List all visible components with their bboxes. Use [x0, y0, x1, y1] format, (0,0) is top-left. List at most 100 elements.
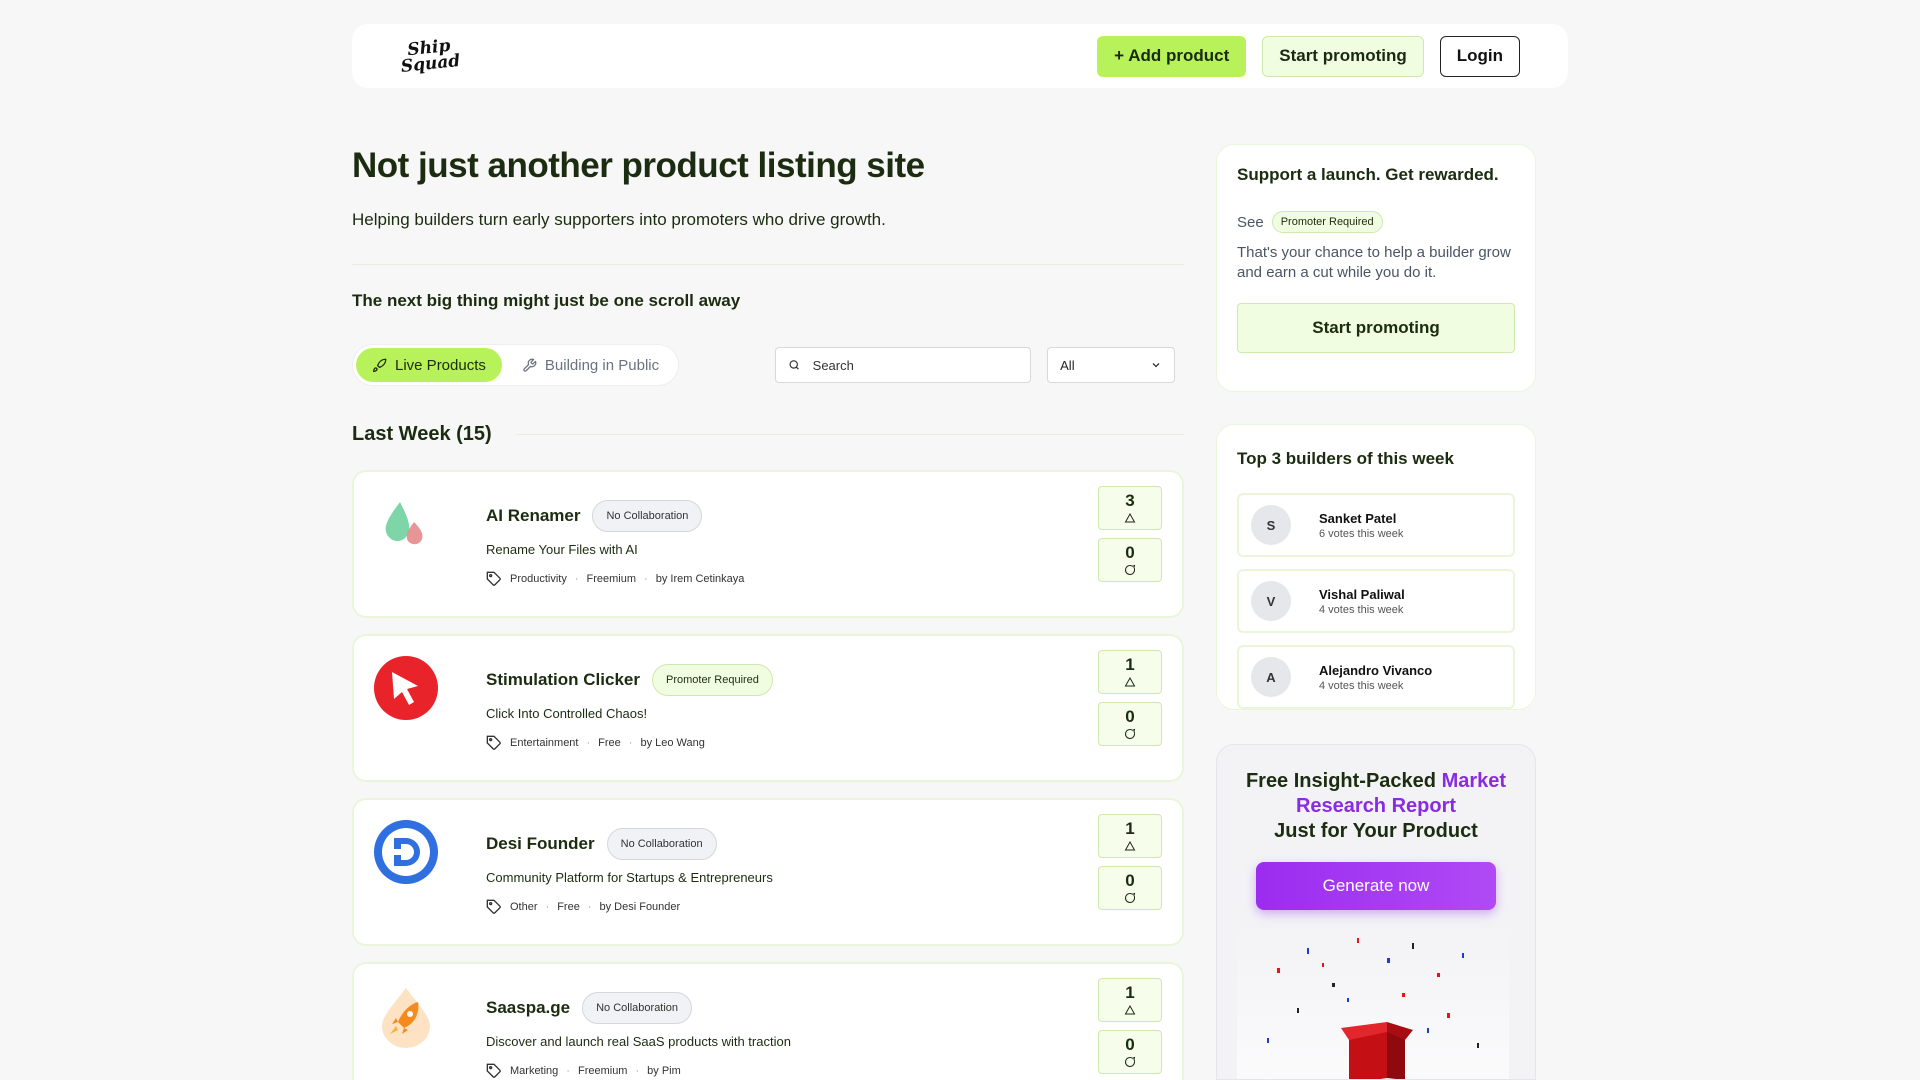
product-name[interactable]: Desi Founder [486, 834, 595, 854]
separator: · [566, 1065, 570, 1077]
product-category[interactable]: Productivity [510, 573, 567, 585]
separator: · [586, 737, 591, 749]
chevron-down-icon [1152, 363, 1160, 368]
comment-button[interactable]: 0 [1098, 702, 1162, 746]
product-list: AI Renamer No Collaboration Rename Your … [352, 470, 1184, 1080]
product-author[interactable]: by Leo Wang [640, 737, 704, 749]
shipsquad-logo[interactable]: Ship Squad [398, 36, 462, 78]
triangle-up-icon [1124, 676, 1136, 687]
product-head: Saaspa.ge No Collaboration [486, 992, 791, 1024]
comment-count: 0 [1125, 543, 1135, 562]
builder-item[interactable]: A Alejandro Vivanco 4 votes this week [1237, 645, 1515, 709]
product-counts: 1 0 [1098, 814, 1162, 910]
support-title: Support a launch. Get rewarded. [1237, 165, 1499, 184]
product-author[interactable]: by Pim [647, 1065, 681, 1077]
builder-votes: 4 votes this week [1319, 679, 1404, 692]
tag-icon [486, 1063, 501, 1078]
separator: · [628, 737, 633, 749]
upvote-count: 1 [1125, 819, 1135, 838]
separator: · [574, 573, 579, 585]
avatar: A [1251, 657, 1291, 697]
product-info: Saaspa.ge No Collaboration Discover and … [486, 992, 791, 1079]
product-tagline: Rename Your Files with AI [486, 542, 638, 557]
separator: · [545, 901, 550, 913]
upvote-button[interactable]: 1 [1098, 814, 1162, 858]
product-meta: Entertainment · Free · by Leo Wang [486, 735, 773, 751]
product-author[interactable]: by Desi Founder [599, 901, 680, 913]
tab-building-in-public[interactable]: Building in Public [506, 348, 675, 382]
login-button[interactable]: Login [1439, 35, 1520, 77]
tab-live-products[interactable]: Live Products [356, 348, 502, 382]
comment-button[interactable]: 0 [1098, 538, 1162, 582]
add-product-button[interactable]: + Add product [1097, 35, 1247, 77]
product-author[interactable]: by Irem Cetinkaya [656, 573, 745, 585]
comment-icon [1125, 728, 1136, 739]
search-input[interactable] [812, 357, 1019, 373]
builder-item[interactable]: V Vishal Paliwal 4 votes this week [1237, 569, 1515, 633]
product-pricing: Freemium [577, 1065, 628, 1077]
product-pricing: Freemium [586, 573, 637, 585]
product-category[interactable]: Entertainment [510, 737, 578, 749]
product-category[interactable]: Marketing [510, 1065, 558, 1077]
market-report-panel: Free Insight-Packed Market Research Repo… [1216, 744, 1536, 1080]
promoter-required-badge: Promoter Required [1271, 211, 1383, 233]
tab-building-label: Building in Public [544, 356, 660, 374]
builder-info: Alejandro Vivanco 4 votes this week [1319, 663, 1432, 692]
builder-item[interactable]: S Sanket Patel 6 votes this week [1237, 493, 1515, 557]
avatar: V [1251, 581, 1291, 621]
collaboration-badge: Promoter Required [651, 664, 773, 696]
comment-icon [1125, 892, 1136, 903]
collaboration-badge: No Collaboration [592, 500, 703, 532]
tab-live-label: Live Products [395, 356, 486, 374]
product-info: AI Renamer No Collaboration Rename Your … [486, 500, 744, 587]
comment-button[interactable]: 0 [1098, 866, 1162, 910]
logo-line2: Squad [399, 50, 462, 78]
report-title-part1: Free Insight-Packed [1245, 770, 1442, 792]
search-icon [789, 360, 799, 370]
product-meta: Marketing · Freemium · by Pim [486, 1063, 791, 1079]
product-card[interactable]: Stimulation Clicker Promoter Required Cl… [352, 634, 1184, 782]
separator: · [587, 901, 592, 913]
comment-button[interactable]: 0 [1098, 1030, 1162, 1074]
upvote-count: 1 [1125, 983, 1135, 1002]
product-name[interactable]: AI Renamer [486, 506, 580, 526]
triangle-up-icon [1124, 840, 1136, 851]
product-pricing: Free [598, 737, 621, 749]
product-tabs: Live Products Building in Public [352, 344, 680, 386]
product-card[interactable]: AI Renamer No Collaboration Rename Your … [352, 470, 1184, 618]
product-counts: 1 0 [1098, 650, 1162, 746]
rocket-logo [382, 988, 430, 1048]
upvote-button[interactable]: 1 [1098, 650, 1162, 694]
builder-info: Vishal Paliwal 4 votes this week [1319, 587, 1405, 616]
nav-actions: + Add product Start promoting Login [1097, 35, 1520, 77]
separator: · [644, 573, 648, 585]
product-card[interactable]: Desi Founder No Collaboration Community … [352, 798, 1184, 946]
product-name[interactable]: Saaspa.ge [486, 998, 570, 1018]
red-gift-box [1341, 1022, 1413, 1079]
product-meta: Productivity · Freemium · by Irem Cetink… [486, 571, 744, 587]
avatar: S [1251, 505, 1291, 545]
comment-icon [1125, 1056, 1136, 1067]
upvote-button[interactable]: 1 [1098, 978, 1162, 1022]
divider [352, 264, 1184, 265]
tag-icon [486, 735, 501, 750]
section-intro: The next big thing might just be one scr… [352, 291, 741, 310]
product-head: Stimulation Clicker Promoter Required [486, 664, 773, 696]
product-name[interactable]: Stimulation Clicker [486, 670, 640, 690]
start-promoting-button[interactable]: Start promoting [1262, 35, 1424, 77]
product-category[interactable]: Other [510, 901, 538, 913]
collaboration-badge: No Collaboration [582, 992, 693, 1024]
category-select[interactable]: All [1047, 347, 1176, 383]
support-start-promoting-button[interactable]: Start promoting [1237, 303, 1515, 353]
product-meta: Other · Free · by Desi Founder [486, 899, 773, 915]
week-header: Last Week (15) [352, 423, 1184, 446]
builder-info: Sanket Patel 6 votes this week [1319, 511, 1403, 540]
upvote-button[interactable]: 3 [1098, 486, 1162, 530]
product-card[interactable]: Saaspa.ge No Collaboration Discover and … [352, 962, 1184, 1080]
tag-icon [486, 571, 501, 586]
generate-now-button[interactable]: Generate now [1256, 862, 1496, 910]
builder-name: Sanket Patel [1319, 510, 1397, 526]
cursor-logo [374, 656, 438, 720]
support-panel: Support a launch. Get rewarded. See Prom… [1216, 144, 1536, 392]
week-title: Last Week (15) [352, 423, 492, 445]
